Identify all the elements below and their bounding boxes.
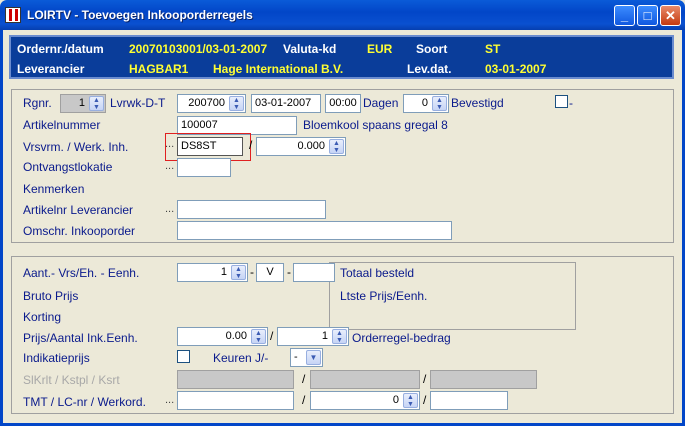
confirmed-label: Bevestigd bbox=[451, 96, 504, 110]
confirmed-suffix: - bbox=[569, 96, 573, 110]
description-field[interactable] bbox=[177, 221, 452, 240]
total-label: Totaal besteld bbox=[340, 266, 415, 280]
week-field[interactable]: 200700 ▲ ▼ bbox=[177, 94, 246, 113]
cost-field-3 bbox=[430, 370, 537, 389]
unit-field[interactable]: DS8ST bbox=[177, 137, 243, 156]
cost-slash-2: / bbox=[423, 372, 427, 386]
cost-slash-1: / bbox=[302, 372, 306, 386]
gross-price-label: Bruto Prijs bbox=[23, 289, 79, 303]
price-field[interactable]: 0.00 ▲ ▼ bbox=[177, 327, 268, 346]
supplier-article-field[interactable] bbox=[177, 200, 326, 219]
tmt-slash-2: / bbox=[423, 393, 427, 407]
cost-label: SlKrlt / Kstpl / Ksrt bbox=[23, 373, 120, 387]
location-label: Ontvangstlokatie bbox=[23, 160, 113, 174]
last-price-label: Ltste Prijs/Eenh. bbox=[340, 289, 428, 303]
spin-icon[interactable]: ▲ ▼ bbox=[432, 96, 447, 111]
confirmed-checkbox[interactable] bbox=[555, 95, 568, 108]
marks-label: Kenmerken bbox=[23, 182, 85, 196]
currency-value: EUR bbox=[367, 42, 393, 56]
rgnr-field: 1 ▲ ▼ bbox=[60, 94, 106, 113]
indicative-label: Indikatieprijs bbox=[23, 351, 90, 365]
tmt-slash-1: / bbox=[302, 393, 306, 407]
type-label: Soort bbox=[416, 42, 448, 56]
lvrwk-label: Lvrwk-D-T bbox=[110, 96, 166, 110]
window-title: LOIRTV - Toevoegen Inkooporderregels bbox=[27, 8, 253, 22]
spin-icon[interactable]: ▲ ▼ bbox=[403, 393, 418, 408]
supplier-label: Leverancier bbox=[17, 62, 85, 76]
tmt-field[interactable] bbox=[177, 391, 294, 410]
description-label: Omschr. Inkooporder bbox=[23, 224, 136, 238]
content-field[interactable]: 0.000 ▲ ▼ bbox=[256, 137, 346, 156]
article-label: Artikelnummer bbox=[23, 118, 101, 132]
indicative-checkbox[interactable] bbox=[177, 350, 190, 363]
supplier-article-label: Artikelnr Leverancier bbox=[23, 203, 134, 217]
minimize-button[interactable]: _ bbox=[614, 5, 635, 26]
supplier-code: HAGBAR1 bbox=[129, 62, 189, 76]
close-button[interactable]: ✕ bbox=[660, 5, 681, 26]
date-field[interactable]: 03-01-2007 bbox=[251, 94, 321, 113]
order-label: Ordernr./datum bbox=[17, 42, 104, 56]
workorder-field[interactable] bbox=[430, 391, 508, 410]
per-field[interactable]: 1 ▲ ▼ bbox=[277, 327, 349, 346]
cost-field-1 bbox=[177, 370, 294, 389]
spin-icon[interactable]: ▲ ▼ bbox=[229, 96, 244, 111]
discount-label: Korting bbox=[23, 310, 62, 324]
lookup-dots-icon[interactable]: ... bbox=[165, 160, 174, 172]
order-value: 20070103001/03-01-2007 bbox=[129, 42, 268, 56]
maximize-button[interactable]: □ bbox=[637, 5, 658, 26]
days-label: Dagen bbox=[363, 96, 399, 110]
time-field[interactable]: 00:00 bbox=[325, 94, 361, 113]
currency-label: Valuta-kd bbox=[283, 42, 337, 56]
chevron-down-icon[interactable]: ▼ bbox=[306, 350, 321, 365]
delivery-label: Lev.dat. bbox=[407, 62, 452, 76]
qty-label: Aant.- Vrs/Eh. - Eenh. bbox=[23, 266, 140, 280]
unit-type-field[interactable]: V bbox=[256, 263, 284, 282]
app-icon bbox=[5, 7, 21, 23]
supplier-name: Hage International B.V. bbox=[213, 62, 344, 76]
line-amount-label: Orderregel-bedrag bbox=[352, 331, 451, 345]
type-value: ST bbox=[485, 42, 501, 56]
tmt-label: TMT / LC-nr / Werkord. bbox=[23, 395, 146, 409]
days-field[interactable]: 0 ▲ ▼ bbox=[403, 94, 449, 113]
qty-dash: - bbox=[250, 265, 254, 279]
spin-icon[interactable]: ▲ ▼ bbox=[251, 329, 266, 344]
unit-dash: - bbox=[287, 265, 291, 279]
lookup-dots-icon[interactable]: ... bbox=[165, 394, 174, 406]
spin-icon: ▲ ▼ bbox=[89, 96, 104, 111]
qty-field[interactable]: 1 ▲ ▼ bbox=[177, 263, 248, 282]
unit-extra-field[interactable] bbox=[293, 263, 335, 282]
inspect-select[interactable]: - ▼ bbox=[290, 348, 323, 367]
spin-icon[interactable]: ▲ ▼ bbox=[329, 139, 344, 154]
rgnr-label: Rgnr. bbox=[23, 96, 52, 110]
article-description: Bloemkool spaans gregal 8 bbox=[303, 118, 448, 132]
location-field[interactable] bbox=[177, 158, 231, 177]
price-label: Prijs/Aantal Ink.Eenh. bbox=[23, 331, 138, 345]
lookup-dots-icon[interactable]: ... bbox=[165, 203, 174, 215]
inspect-label: Keuren J/- bbox=[213, 351, 269, 365]
spin-icon[interactable]: ▲ ▼ bbox=[332, 329, 347, 344]
price-slash: / bbox=[270, 329, 274, 343]
order-header: Ordernr./datum 20070103001/03-01-2007 Va… bbox=[9, 35, 674, 79]
unit-label: Vrsvrm. / Werk. Inh. bbox=[23, 140, 129, 154]
delivery-value: 03-01-2007 bbox=[485, 62, 547, 76]
lc-field[interactable]: 0 ▲ ▼ bbox=[310, 391, 420, 410]
spin-icon[interactable]: ▲ ▼ bbox=[231, 265, 246, 280]
unit-slash: / bbox=[249, 138, 253, 152]
cost-field-2 bbox=[310, 370, 420, 389]
